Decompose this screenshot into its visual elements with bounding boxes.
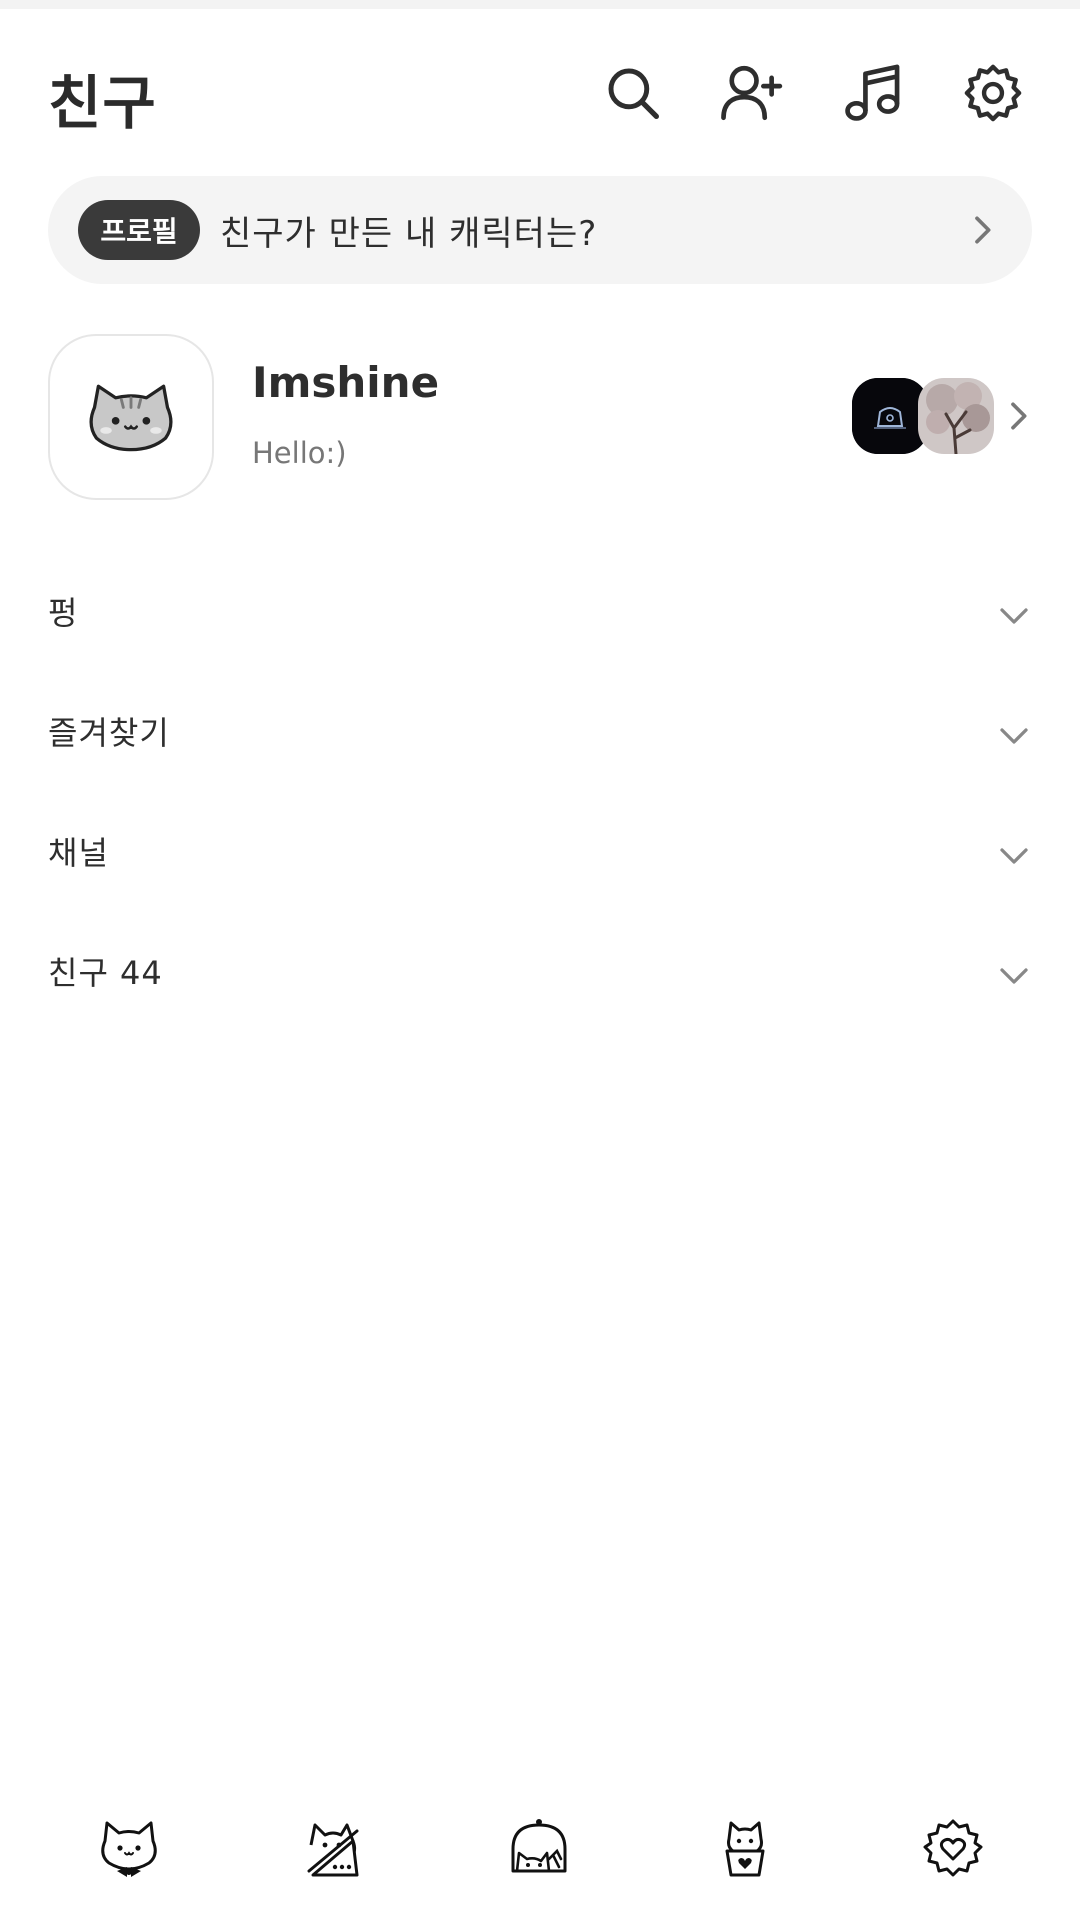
section-label: 펑 <box>48 594 79 632</box>
search-button[interactable] <box>598 58 668 128</box>
search-icon <box>608 68 659 119</box>
section-label: 즐겨찾기 <box>48 714 170 752</box>
banner-badge: 프로필 <box>78 200 200 260</box>
add-friend-icon <box>721 65 783 121</box>
settings-icon <box>964 64 1022 122</box>
nav-more[interactable] <box>918 1812 988 1882</box>
status-bar-strip <box>0 0 1080 9</box>
chevron-down-icon <box>1000 728 1028 744</box>
thumbnail-blossom-photo <box>918 378 994 454</box>
music-button[interactable] <box>838 58 908 128</box>
nav-shopping[interactable] <box>710 1812 780 1882</box>
cat-bowtie-icon <box>101 1821 157 1877</box>
settings-button[interactable] <box>958 58 1028 128</box>
profile-promo-banner[interactable]: 프로필 친구가 만든 내 캐릭터는? <box>48 176 1032 284</box>
add-friend-button[interactable] <box>716 58 786 128</box>
section-label: 친구 44 <box>48 954 163 992</box>
chevron-right-icon <box>975 216 991 244</box>
cat-flower-heart-icon <box>923 1819 983 1877</box>
section-friends[interactable]: 친구 44 <box>48 934 1032 1006</box>
banner-text: 친구가 만든 내 캐릭터는? <box>220 214 598 254</box>
section-favorites[interactable]: 즐겨찾기 <box>48 694 1032 766</box>
profile-name: Imshine <box>252 358 440 407</box>
chevron-down-icon <box>1000 848 1028 864</box>
my-profile-row[interactable]: Imshine Hello:) <box>48 334 1038 502</box>
music-icon <box>845 64 900 121</box>
profile-status-message: Hello:) <box>252 436 347 470</box>
cat-chat-icon <box>307 1823 359 1877</box>
section-label: 채널 <box>48 834 109 872</box>
thumbnail-night-photo <box>852 378 928 454</box>
cat-face-icon <box>89 384 173 452</box>
chevron-right-icon <box>1011 402 1027 430</box>
cat-dome-icon <box>511 1819 567 1873</box>
chevron-down-icon <box>1000 968 1028 984</box>
nav-friends[interactable] <box>94 1812 164 1882</box>
section-pung[interactable]: 펑 <box>48 574 1032 646</box>
chevron-down-icon <box>1000 608 1028 624</box>
section-channels[interactable]: 채널 <box>48 814 1032 886</box>
nav-chats[interactable] <box>298 1812 368 1882</box>
bottom-navigation <box>0 1790 1080 1900</box>
profile-media-thumbnails[interactable] <box>852 378 994 454</box>
cat-basket-icon <box>725 1821 765 1877</box>
nav-view[interactable] <box>504 1812 574 1882</box>
avatar <box>48 334 214 500</box>
page-title: 친구 <box>48 69 157 137</box>
